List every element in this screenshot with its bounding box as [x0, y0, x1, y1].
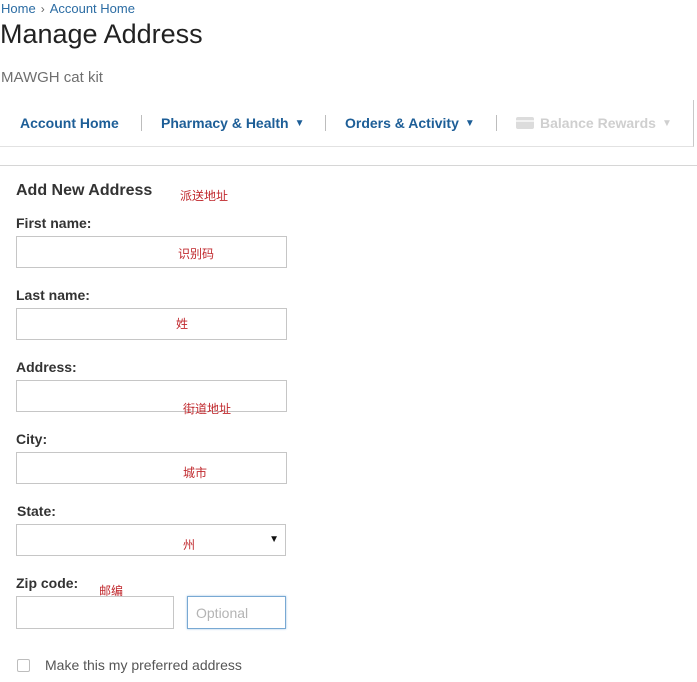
nav-divider — [496, 115, 497, 131]
preferred-address-checkbox[interactable] — [17, 659, 30, 672]
first-name-field[interactable]: 识别码 — [16, 236, 287, 268]
city-field[interactable]: 城市 — [16, 452, 287, 484]
last-name-field[interactable]: 姓 — [16, 308, 287, 340]
nav-balance-rewards[interactable]: Balance Rewards ▼ — [516, 100, 672, 146]
last-name-label: Last name: — [16, 287, 90, 303]
zip-code-label: Zip code: — [16, 575, 79, 591]
form-title: Add New Address — [16, 182, 153, 199]
section-divider — [0, 165, 697, 166]
account-name: MAWGH cat kit — [1, 69, 103, 86]
breadcrumb-account-home-link[interactable]: Account Home — [50, 1, 135, 16]
zip-code-extension-field[interactable] — [187, 596, 286, 629]
nav-pharmacy-health[interactable]: Pharmacy & Health ▼ — [161, 100, 305, 146]
chevron-down-icon: ▼ — [464, 117, 475, 129]
breadcrumb-separator: › — [40, 2, 45, 16]
nav-orders-activity[interactable]: Orders & Activity ▼ — [345, 100, 475, 146]
last-name-annotation: 姓 — [176, 317, 189, 331]
nav-balance-rewards-label: Balance Rewards — [540, 115, 656, 131]
address-annotation: 街道地址 — [183, 402, 232, 416]
breadcrumb-home-link[interactable]: Home — [1, 1, 36, 16]
zip-code-field[interactable] — [16, 596, 174, 629]
address-field[interactable]: 街道地址 — [16, 380, 287, 416]
nav-orders-activity-label: Orders & Activity — [345, 115, 459, 131]
account-nav-bar: Account Home Pharmacy & Health ▼ Orders … — [0, 100, 694, 147]
credit-card-icon — [516, 117, 534, 129]
address-label: Address: — [16, 359, 77, 375]
breadcrumb: Home › Account Home — [1, 1, 135, 17]
first-name-annotation: 识别码 — [178, 247, 215, 261]
nav-account-home-label: Account Home — [20, 115, 119, 131]
nav-divider — [325, 115, 326, 131]
city-label: City: — [16, 431, 48, 447]
state-annotation: 州 — [183, 538, 196, 552]
nav-account-home[interactable]: Account Home — [20, 100, 119, 146]
state-label: State: — [17, 503, 56, 519]
nav-divider — [141, 115, 142, 131]
chevron-down-icon: ▼ — [269, 534, 279, 545]
chevron-down-icon: ▼ — [294, 117, 305, 129]
city-annotation: 城市 — [183, 466, 208, 480]
chevron-down-icon: ▼ — [661, 117, 672, 129]
form-title-annotation: 派送地址 — [180, 189, 229, 203]
page-title: Manage Address — [0, 19, 203, 49]
preferred-address-label: Make this my preferred address — [45, 657, 242, 673]
first-name-label: First name: — [16, 215, 92, 231]
nav-pharmacy-health-label: Pharmacy & Health — [161, 115, 289, 131]
state-select[interactable]: 州 ▼ — [16, 524, 286, 556]
